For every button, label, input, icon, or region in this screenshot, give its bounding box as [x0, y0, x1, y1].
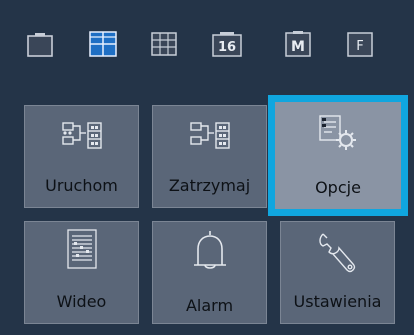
record-stop-icon [189, 122, 230, 149]
video-tile[interactable]: Wideo [24, 221, 139, 324]
layout-single-button[interactable] [26, 30, 54, 58]
layout-sixteen-text: 16 [218, 40, 236, 55]
options-tile[interactable]: Opcje [268, 95, 408, 216]
layout-nine-button[interactable] [150, 30, 178, 58]
alarm-label: Alarm [185, 296, 234, 315]
layout-main-text: M [291, 39, 305, 55]
layout-full-button[interactable]: F [346, 30, 374, 58]
stop-recording-tile[interactable]: Zatrzymaj [152, 105, 267, 208]
start-recording-tile[interactable]: Uruchom [24, 105, 139, 208]
video-label: Wideo [56, 292, 107, 311]
options-icon [319, 115, 356, 150]
options-label: Opcje [315, 178, 361, 197]
layout-single-icon [27, 33, 53, 57]
alarm-bell-icon [193, 231, 226, 269]
layout-quad-icon [89, 31, 117, 57]
settings-label: Ustawienia [293, 292, 382, 311]
stop-recording-label: Zatrzymaj [168, 176, 251, 195]
layout-nine-icon [151, 32, 177, 56]
video-playback-icon [66, 229, 97, 269]
layout-quad-button[interactable] [89, 30, 117, 58]
start-recording-label: Uruchom [45, 176, 118, 195]
layout-main-icon: M [285, 31, 311, 57]
alarm-tile[interactable]: Alarm [152, 221, 267, 324]
layout-sixteen-button[interactable]: 16 [212, 30, 242, 58]
layout-sixteen-icon: 16 [212, 32, 242, 57]
layout-full-icon: F [347, 32, 373, 57]
layout-main-button[interactable]: M [284, 30, 312, 58]
wrench-icon [318, 233, 355, 273]
layout-full-text: F [356, 39, 363, 54]
layout-toolbar: 16 M F [0, 0, 414, 88]
settings-tile[interactable]: Ustawienia [280, 221, 395, 324]
record-start-icon [61, 122, 102, 149]
